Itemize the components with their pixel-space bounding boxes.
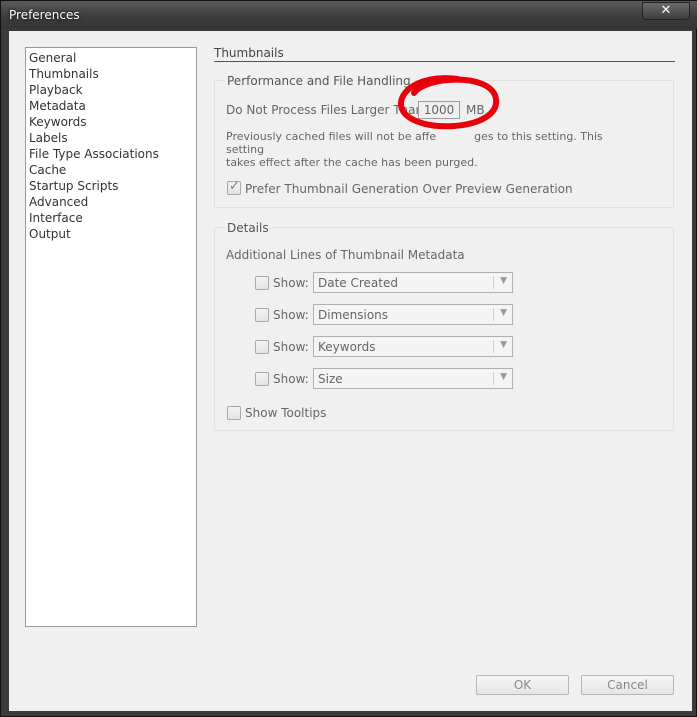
cache-note: Previously cached files will not be affe… xyxy=(226,130,636,169)
sidebar-item-thumbnails[interactable]: Thumbnails xyxy=(28,66,196,82)
checkmark-icon: ✓ xyxy=(229,179,240,194)
dropdown-separator xyxy=(493,340,494,353)
sidebar-item-labels[interactable]: Labels xyxy=(28,130,196,146)
performance-group: Performance and File Handling Do Not Pro… xyxy=(214,74,674,208)
metadata-line2-value: Dimensions xyxy=(318,308,389,322)
sidebar-item-advanced[interactable]: Advanced xyxy=(28,194,196,210)
sidebar-item-cache[interactable]: Cache xyxy=(28,162,196,178)
show-line4-label: Show: xyxy=(273,372,309,386)
max-file-size-label: Do Not Process Files Larger Than: xyxy=(226,103,428,117)
details-legend: Details xyxy=(225,221,271,235)
details-group: Details Additional Lines of Thumbnail Me… xyxy=(214,221,674,431)
show-line4-checkbox[interactable] xyxy=(255,372,269,386)
metadata-lines-heading: Additional Lines of Thumbnail Metadata xyxy=(226,248,465,262)
metadata-line4-select[interactable]: Size ▼ xyxy=(313,368,513,389)
metadata-line3-value: Keywords xyxy=(318,340,376,354)
prefer-thumbnail-checkbox[interactable]: ✓ xyxy=(227,179,241,195)
dropdown-separator xyxy=(493,308,494,321)
title-bar[interactable]: Preferences ✕ xyxy=(1,1,697,29)
show-tooltips-label: Show Tooltips xyxy=(245,406,327,420)
cache-note-line1: Previously cached files will not be affe xyxy=(226,130,437,143)
show-line2-checkbox[interactable] xyxy=(255,308,269,322)
cancel-button[interactable]: Cancel xyxy=(581,675,674,695)
metadata-line4-value: Size xyxy=(318,372,343,386)
sidebar-item-keywords[interactable]: Keywords xyxy=(28,114,196,130)
section-title: Thumbnails xyxy=(214,46,284,60)
cache-note-line2: takes effect after the cache has been pu… xyxy=(226,156,478,169)
show-line3-checkbox[interactable] xyxy=(255,340,269,354)
metadata-line1-value: Date Created xyxy=(318,276,398,290)
performance-legend: Performance and File Handling xyxy=(225,74,413,88)
dropdown-separator xyxy=(493,276,494,289)
preferences-category-list[interactable]: General Thumbnails Playback Metadata Key… xyxy=(25,47,197,627)
close-button[interactable]: ✕ xyxy=(642,2,690,20)
section-divider xyxy=(214,61,675,62)
window-title: Preferences xyxy=(9,8,80,22)
sidebar-item-file-type-associations[interactable]: File Type Associations xyxy=(28,146,196,162)
chevron-down-icon: ▼ xyxy=(500,276,507,286)
show-line1-checkbox[interactable] xyxy=(255,276,269,290)
sidebar-item-playback[interactable]: Playback xyxy=(28,82,196,98)
show-line3-label: Show: xyxy=(273,340,309,354)
show-line2-label: Show: xyxy=(273,308,309,322)
show-tooltips-checkbox[interactable] xyxy=(227,406,241,420)
max-file-size-input[interactable] xyxy=(418,101,460,119)
chevron-down-icon: ▼ xyxy=(500,372,507,382)
show-line1-label: Show: xyxy=(273,276,309,290)
close-icon: ✕ xyxy=(660,3,672,18)
sidebar-item-interface[interactable]: Interface xyxy=(28,210,196,226)
sidebar-item-general[interactable]: General xyxy=(28,50,196,66)
metadata-line3-select[interactable]: Keywords ▼ xyxy=(313,336,513,357)
preferences-window: Preferences ✕ General Thumbnails Playbac… xyxy=(0,0,697,717)
sidebar-item-metadata[interactable]: Metadata xyxy=(28,98,196,114)
dialog-content: General Thumbnails Playback Metadata Key… xyxy=(9,31,692,711)
max-file-size-unit: MB xyxy=(466,103,485,117)
ok-button[interactable]: OK xyxy=(476,675,569,695)
sidebar-item-startup-scripts[interactable]: Startup Scripts xyxy=(28,178,196,194)
metadata-line1-select[interactable]: Date Created ▼ xyxy=(313,272,513,293)
sidebar-item-output[interactable]: Output xyxy=(28,226,196,242)
chevron-down-icon: ▼ xyxy=(500,340,507,350)
prefer-thumbnail-label: Prefer Thumbnail Generation Over Preview… xyxy=(245,182,573,196)
metadata-line2-select[interactable]: Dimensions ▼ xyxy=(313,304,513,325)
dropdown-separator xyxy=(493,372,494,385)
chevron-down-icon: ▼ xyxy=(500,308,507,318)
